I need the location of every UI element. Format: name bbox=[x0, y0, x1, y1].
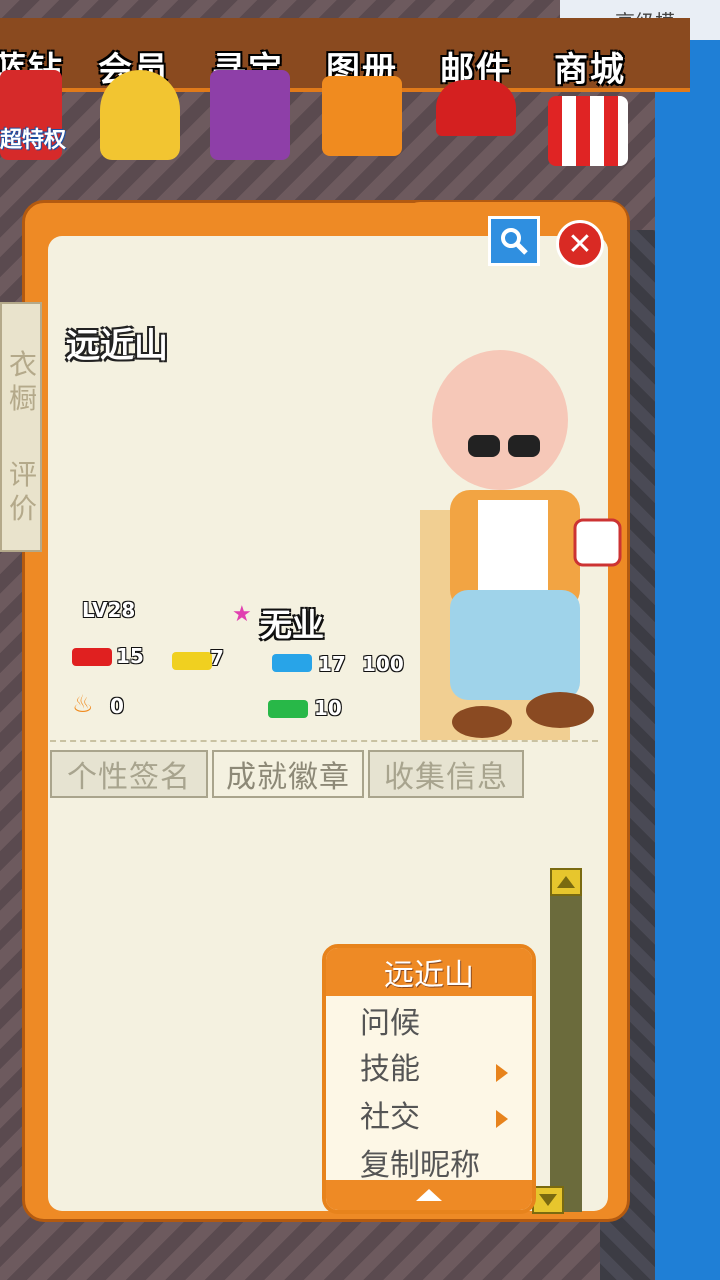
blue-stat-max: 100 bbox=[362, 652, 404, 676]
angel-icon[interactable] bbox=[100, 70, 180, 160]
shop-icon[interactable] bbox=[548, 96, 628, 166]
tab-signature[interactable]: 个性签名 bbox=[50, 750, 208, 798]
green-stat-value: 10 bbox=[314, 696, 342, 720]
close-icon: ✕ bbox=[567, 226, 593, 262]
job-label: 无业 bbox=[260, 606, 325, 644]
context-menu-item-copy-nickname[interactable]: 复制昵称 bbox=[360, 1140, 480, 1184]
side-tab-wardrobe[interactable]: 衣橱 bbox=[8, 348, 38, 416]
fire-stat-value: 0 bbox=[110, 694, 124, 718]
blue-stat-value: 17 bbox=[318, 652, 346, 676]
search-icon bbox=[501, 228, 528, 255]
scroll-down-button[interactable] bbox=[532, 1186, 564, 1214]
search-button[interactable] bbox=[488, 216, 540, 266]
context-menu-item-skills[interactable]: 技能 bbox=[360, 1044, 420, 1088]
star-icon: ★ bbox=[232, 602, 252, 627]
context-menu-item-greet[interactable]: 问候 bbox=[360, 998, 420, 1042]
context-menu-title: 远近山 bbox=[326, 948, 532, 996]
menu-item-shop[interactable]: 商城 bbox=[554, 42, 626, 91]
close-button[interactable]: ✕ bbox=[556, 220, 604, 268]
submenu-arrow-icon bbox=[496, 1064, 508, 1082]
profile-nickname: 远近山 bbox=[66, 326, 168, 366]
yellow-stat-value: 7 bbox=[210, 646, 224, 670]
treasure-chest-icon[interactable] bbox=[210, 70, 290, 160]
vip-privilege-label[interactable]: 超特权 bbox=[0, 122, 66, 154]
submenu-arrow-icon bbox=[496, 1110, 508, 1128]
divider bbox=[50, 740, 598, 744]
yellow-stat-icon bbox=[172, 652, 212, 670]
arrow-down-icon bbox=[539, 1194, 557, 1206]
scrollbar-track[interactable] bbox=[550, 868, 582, 1212]
red-stat-value: 15 bbox=[116, 644, 144, 668]
scroll-up-button[interactable] bbox=[550, 868, 582, 896]
collapse-up-icon bbox=[416, 1189, 442, 1201]
tab-achievement-badges[interactable]: 成就徽章 bbox=[212, 750, 364, 798]
context-menu-footer[interactable] bbox=[326, 1180, 532, 1210]
desktop-edge bbox=[655, 0, 720, 1280]
blue-stat-icon bbox=[272, 654, 312, 672]
red-stat-icon bbox=[72, 648, 112, 666]
green-stat-icon bbox=[268, 700, 308, 718]
arrow-up-icon bbox=[557, 876, 575, 888]
fire-icon: ♨ bbox=[72, 690, 94, 718]
side-tab-review[interactable]: 评价 bbox=[8, 458, 38, 526]
avatar bbox=[420, 350, 622, 740]
side-tabs: 衣橱 评价 bbox=[0, 302, 42, 552]
level-label: LV28 bbox=[82, 598, 136, 622]
context-menu-item-social[interactable]: 社交 bbox=[360, 1092, 420, 1136]
album-icon[interactable] bbox=[322, 76, 402, 156]
tab-collection-info[interactable]: 收集信息 bbox=[368, 750, 524, 798]
mailbox-icon[interactable] bbox=[436, 80, 516, 136]
